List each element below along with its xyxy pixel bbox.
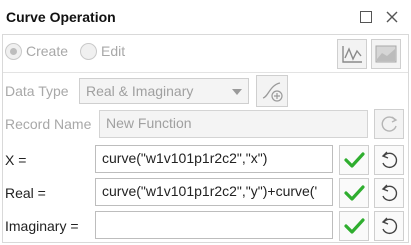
checkmark-icon [344,152,365,168]
record-name-label: Record Name [5,116,92,132]
reset-icon [381,217,398,235]
imaginary-label: Imaginary = [5,218,79,234]
record-name-input[interactable]: New Function [99,110,368,138]
reset-icon [381,184,398,202]
edit-radio[interactable] [80,42,97,60]
curve-operation-panel: Create Edit Data Type Real & Imaginary R… [2,34,409,243]
data-type-select[interactable]: Real & Imaginary [79,78,249,104]
reset-icon [381,151,398,169]
area-plot-icon [375,45,397,63]
x-apply-button[interactable] [339,145,369,175]
checkmark-icon [344,185,365,201]
window-title: Curve Operation [6,9,116,25]
close-button[interactable] [383,8,401,26]
add-curve-icon [262,82,283,102]
curve-plot-icon [342,46,362,63]
checkmark-icon [344,218,365,234]
x-label: X = [5,152,27,168]
imaginary-apply-button[interactable] [339,211,369,241]
title-bar: Curve Operation [0,0,411,34]
create-label: Create [26,43,69,59]
curve-plot-button[interactable] [337,39,367,69]
real-apply-button[interactable] [339,178,369,208]
chevron-down-icon [232,89,242,95]
data-type-value: Real & Imaginary [86,83,194,99]
data-type-label: Data Type [5,83,69,99]
real-expression-input[interactable]: curve("w1v101p1r2c2","y")+curve(' [95,178,333,206]
create-radio[interactable] [5,42,22,60]
add-curve-button[interactable] [256,75,288,107]
edit-label: Edit [101,43,126,59]
create-radio-option[interactable]: Create [5,39,68,63]
x-expression-input[interactable]: curve("w1v101p1r2c2","x") [95,145,333,173]
edit-radio-option[interactable]: Edit [80,39,125,63]
record-name-refresh-button[interactable] [374,109,404,139]
maximize-button[interactable] [357,8,375,26]
imaginary-reset-button[interactable] [374,211,404,241]
maximize-icon [360,11,372,23]
real-reset-button[interactable] [374,178,404,208]
x-reset-button[interactable] [374,145,404,175]
imaginary-expression-input[interactable] [95,211,333,239]
area-plot-button[interactable] [371,39,401,69]
separator [3,72,408,73]
refresh-icon [381,116,398,132]
close-icon [386,11,398,23]
real-label: Real = [5,185,46,201]
